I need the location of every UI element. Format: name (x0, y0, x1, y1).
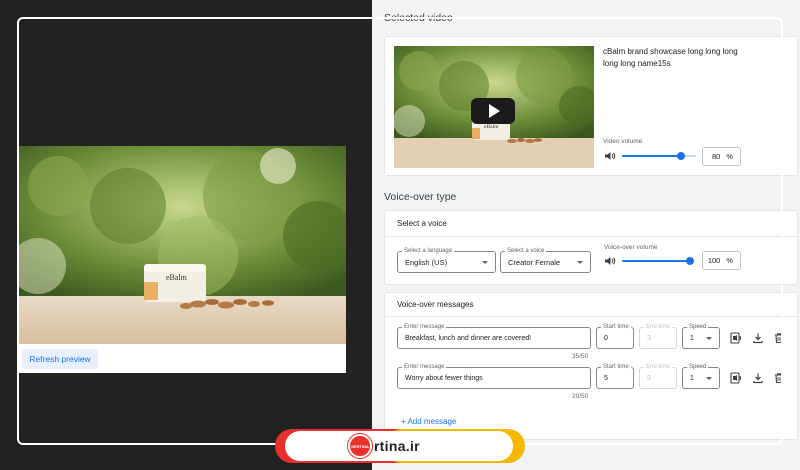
thumb-brand-text: eBalm (484, 124, 499, 130)
video-name: cBalm brand showcase long long long long… (603, 47, 738, 68)
voice-select[interactable]: Select a voice Creator Female (500, 247, 591, 273)
preview-card: eBalm (18, 146, 346, 373)
trash-icon (775, 373, 783, 384)
download-button[interactable] (751, 371, 765, 385)
video-volume-unit: % (726, 152, 733, 161)
voice-over-volume-fill (622, 260, 690, 262)
message-input-value: Worry about fewer things (405, 374, 483, 382)
language-select[interactable]: Select a language English (US) (397, 247, 496, 273)
chevron-down-icon (482, 261, 488, 264)
chevron-down-icon (706, 377, 712, 380)
voice-over-volume-value: 100 (707, 256, 721, 265)
speaker-icon[interactable] (604, 151, 616, 161)
start-time-value: 0 (604, 334, 608, 342)
start-time-input[interactable]: Start time 0 (596, 323, 634, 349)
watermark: bertina.ir BERTINA (275, 429, 525, 463)
video-volume-label: Video volume (603, 138, 643, 145)
speed-label: Speed (687, 323, 709, 331)
play-icon (489, 104, 500, 118)
message-input-value: Breakfast, lunch and dinner are covered! (405, 334, 532, 342)
message-input[interactable]: Enter message Worry about fewer things (397, 363, 591, 389)
message-input-label: Enter message (402, 363, 447, 371)
end-time-input: End time 3 (639, 323, 677, 349)
language-select-label: Select a language (402, 247, 455, 255)
message-input-label: Enter message (402, 323, 447, 331)
speed-value: 1 (690, 334, 694, 342)
speed-value: 1 (690, 374, 694, 382)
speed-select[interactable]: Speed 1 (682, 363, 720, 389)
start-time-value: 5 (604, 374, 608, 382)
start-time-label: Start time (601, 363, 631, 371)
video-volume-value: 80 (711, 152, 721, 161)
start-time-label: Start time (601, 323, 631, 331)
refresh-preview-button[interactable]: Refresh preview (22, 349, 98, 369)
delete-button[interactable] (772, 371, 786, 385)
voice-preview-icon (730, 372, 741, 384)
end-time-input: End time 9 (639, 363, 677, 389)
end-time-label: End time (644, 363, 672, 371)
video-volume-input[interactable]: 80 % (702, 147, 741, 166)
voice-select-value: Creator Female (508, 257, 561, 267)
card-divider (385, 316, 797, 317)
card-divider (385, 236, 797, 237)
voice-over-volume-input[interactable]: 100 % (702, 251, 741, 270)
voice-over-messages-title: Voice-over messages (397, 300, 474, 309)
watermark-logo-text: BERTINA (351, 443, 369, 449)
preview-voice-button[interactable] (729, 371, 743, 385)
voice-over-type-title: Voice-over type (384, 191, 457, 203)
preview-voice-button[interactable] (729, 331, 743, 345)
jar-brand-text: eBalm (166, 273, 188, 282)
voice-over-volume-handle[interactable] (686, 257, 694, 265)
video-volume-handle[interactable] (677, 152, 685, 160)
message-input[interactable]: Enter message Breakfast, lunch and dinne… (397, 323, 591, 349)
voice-over-volume-label: Voice-over volume (604, 244, 658, 251)
voice-over-volume-unit: % (726, 256, 733, 265)
video-volume-slider[interactable] (622, 152, 696, 160)
watermark-label: bertina.ir (285, 431, 513, 461)
speaker-icon[interactable] (604, 256, 616, 266)
end-time-label: End time (644, 323, 672, 331)
voice-preview-icon (730, 332, 741, 344)
play-button[interactable] (471, 98, 515, 124)
add-message-button[interactable]: + Add message (401, 417, 456, 426)
voice-over-volume-slider[interactable] (622, 257, 694, 265)
language-select-value: English (US) (405, 257, 448, 267)
delete-button[interactable] (772, 331, 786, 345)
download-icon (753, 333, 763, 344)
end-time-value: 9 (647, 374, 651, 382)
trash-icon (775, 333, 783, 344)
select-voice-title: Select a voice (397, 219, 447, 228)
chevron-down-icon (577, 261, 583, 264)
download-icon (753, 373, 763, 384)
chevron-down-icon (706, 337, 712, 340)
start-time-input[interactable]: Start time 5 (596, 363, 634, 389)
speed-select[interactable]: Speed 1 (682, 323, 720, 349)
watermark-logo: BERTINA (348, 434, 372, 458)
voice-select-label: Select a voice (505, 247, 547, 255)
download-button[interactable] (751, 331, 765, 345)
speed-label: Speed (687, 363, 709, 371)
message-char-counter: 35/50 (572, 353, 589, 360)
preview-image: eBalm (18, 146, 346, 344)
end-time-value: 3 (647, 334, 651, 342)
message-char-counter: 20/50 (572, 393, 589, 400)
selected-video-title: Selected video (384, 12, 453, 24)
video-volume-fill (622, 155, 681, 157)
